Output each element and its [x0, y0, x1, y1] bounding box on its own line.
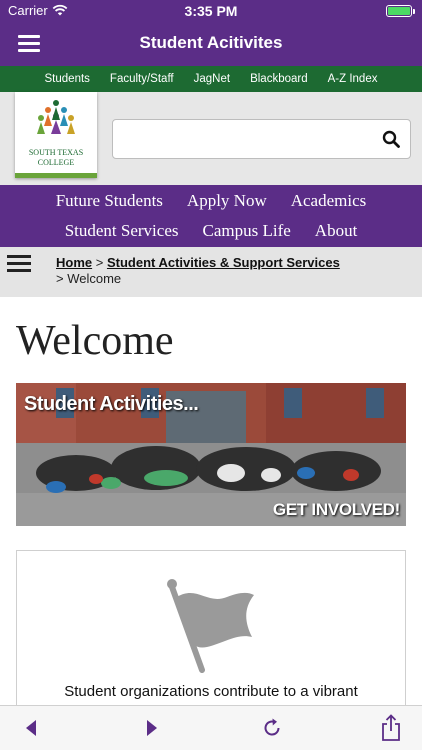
- logo-stripe: [15, 173, 97, 178]
- breadcrumb-separator: >: [92, 255, 107, 270]
- page-content: Welcome Student Activities... GET INVOLV…: [0, 297, 422, 705]
- reload-icon[interactable]: [261, 717, 283, 739]
- breadcrumb-section[interactable]: Student Activities & Support Services: [107, 255, 340, 270]
- link-students[interactable]: Students: [45, 73, 90, 85]
- banner-title: Student Activities...: [24, 393, 199, 415]
- flag-icon: [167, 579, 254, 673]
- nav-future-students[interactable]: Future Students: [56, 191, 163, 211]
- battery-icon: [386, 5, 415, 17]
- search-icon[interactable]: [382, 130, 400, 148]
- back-arrow-icon[interactable]: [20, 717, 42, 739]
- link-blackboard[interactable]: Blackboard: [250, 73, 308, 85]
- breadcrumb-current: > Welcome: [56, 271, 122, 286]
- status-time: 3:35 PM: [184, 3, 238, 19]
- card-text: Student organizations contribute to a vi…: [64, 683, 358, 700]
- college-logo[interactable]: SOUTH TEXAS COLLEGE: [15, 92, 97, 178]
- logo-mark-icon: [37, 100, 75, 134]
- nav-about[interactable]: About: [315, 221, 358, 241]
- page-title: Welcome: [16, 318, 174, 364]
- status-bar: Carrier 3:35 PM: [0, 0, 422, 22]
- nav-apply-now[interactable]: Apply Now: [187, 191, 267, 211]
- banner-cta: GET INVOLVED!: [272, 500, 400, 519]
- share-icon[interactable]: [380, 714, 402, 742]
- section-menu-icon[interactable]: [7, 255, 31, 272]
- search-input[interactable]: [113, 120, 363, 158]
- browser-toolbar: [0, 705, 422, 750]
- site-header: SOUTH TEXAS COLLEGE: [0, 92, 422, 185]
- breadcrumb-home[interactable]: Home: [56, 255, 92, 270]
- search-box: [112, 119, 411, 159]
- forward-arrow-icon[interactable]: [141, 717, 163, 739]
- nav-academics[interactable]: Academics: [291, 191, 367, 211]
- top-bar: Carrier 3:35 PM Student Acitivites: [0, 0, 422, 66]
- student-organizations-card: Student organizations contribute to a vi…: [16, 550, 406, 705]
- logo-text-line1: SOUTH TEXAS: [28, 148, 84, 157]
- logo-text-line2: COLLEGE: [37, 158, 75, 167]
- nav-student-services[interactable]: Student Services: [65, 221, 179, 241]
- student-activities-banner[interactable]: Student Activities... GET INVOLVED!: [16, 383, 406, 526]
- main-navigation: Future Students Apply Now Academics Stud…: [0, 185, 422, 247]
- utility-links-bar: Students Faculty/Staff JagNet Blackboard…: [0, 66, 422, 92]
- link-jagnet[interactable]: JagNet: [194, 73, 230, 85]
- breadcrumb-bar: Home > Student Activities & Support Serv…: [0, 247, 422, 297]
- breadcrumb: Home > Student Activities & Support Serv…: [56, 255, 340, 287]
- link-faculty-staff[interactable]: Faculty/Staff: [110, 73, 174, 85]
- link-a-z-index[interactable]: A-Z Index: [328, 73, 378, 85]
- nav-campus-life[interactable]: Campus Life: [203, 221, 291, 241]
- nav-title: Student Acitivites: [139, 33, 283, 52]
